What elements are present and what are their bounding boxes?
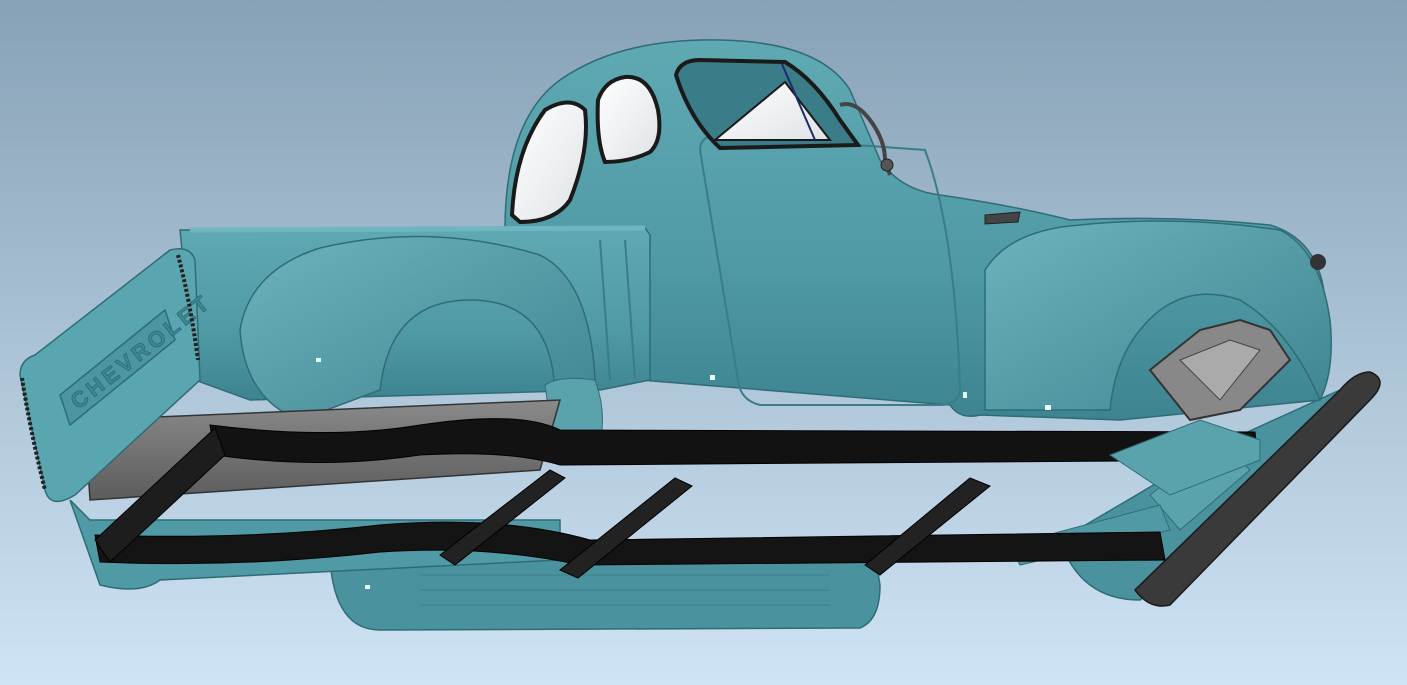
truck-3d-model[interactable]: CHEVROLET xyxy=(0,0,1407,685)
headlight xyxy=(1310,254,1326,270)
chassis-frame xyxy=(94,418,1261,579)
cad-viewport[interactable]: CHEVROLET xyxy=(0,0,1407,685)
quarter-window xyxy=(595,74,662,165)
